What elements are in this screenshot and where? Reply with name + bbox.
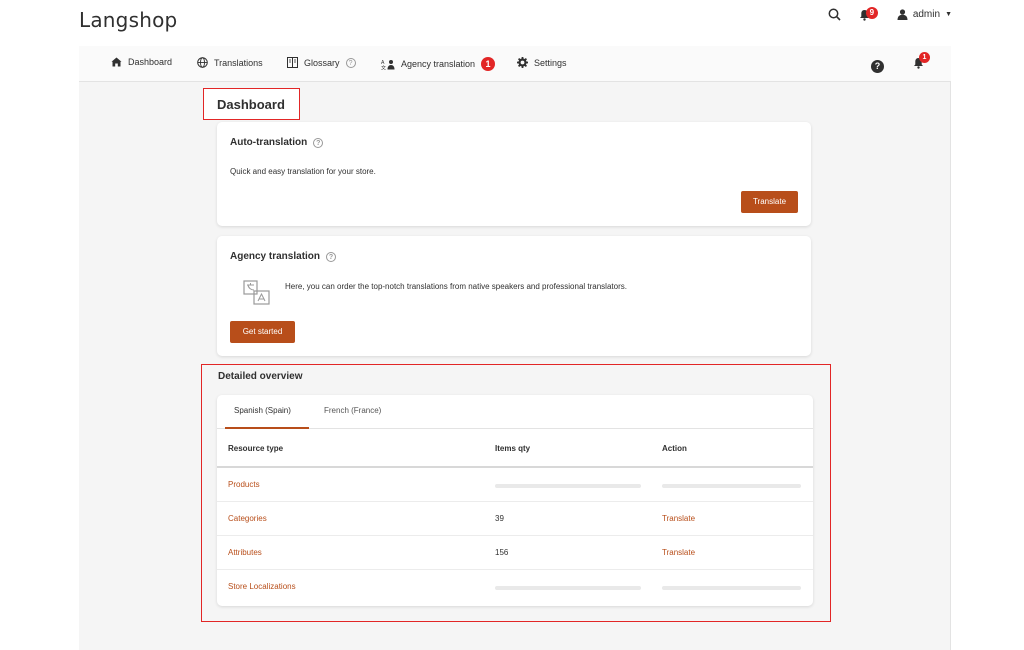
globe-icon (197, 57, 208, 68)
column-header-action: Action (662, 444, 687, 453)
main-nav: Dashboard Translations Glossary ? A文 Age… (79, 46, 951, 82)
translate-link-categories[interactable]: Translate (662, 514, 695, 523)
overview-table-card: Spanish (Spain) French (France) Resource… (217, 395, 813, 606)
agency-count-badge: 1 (481, 57, 496, 71)
agency-translation-title-text: Agency translation (230, 251, 321, 262)
nav-item-settings[interactable]: Settings (517, 57, 567, 68)
app-panel: Dashboard Translations Glossary ? A文 Age… (79, 46, 951, 650)
alerts-count-badge: 1 (919, 52, 930, 63)
nav-item-label: Dashboard (128, 57, 173, 67)
column-header-items-qty: Items qty (495, 444, 531, 453)
get-started-button[interactable]: Get started (230, 321, 295, 343)
alerts-button[interactable]: 1 (913, 52, 930, 74)
resource-link-attributes[interactable]: Attributes (228, 548, 262, 557)
column-header-resource-type: Resource type (228, 444, 284, 453)
nav-item-dashboard[interactable]: Dashboard (111, 57, 172, 67)
table-header: Resource type Items qty Action (217, 429, 813, 468)
user-icon (897, 9, 908, 20)
nav-item-label: Settings (534, 57, 567, 68)
top-right-actions: 9 admin ▼ (828, 6, 952, 21)
nav-item-translations[interactable]: Translations (197, 57, 263, 68)
nav-item-label: Glossary (304, 57, 340, 68)
detailed-overview-title: Detailed overview (218, 371, 303, 382)
items-qty: 156 (495, 548, 509, 557)
loading-placeholder (495, 484, 641, 488)
table-row: Products (217, 468, 813, 502)
svg-text:文: 文 (381, 64, 386, 70)
tab-french-france[interactable]: French (France) (324, 406, 381, 415)
notifications-button[interactable]: 9 (859, 6, 879, 21)
page-title: Dashboard (203, 88, 300, 120)
loading-placeholder (662, 586, 801, 590)
user-name: admin (912, 9, 941, 20)
table-row: Store Localizations (217, 570, 813, 604)
auto-translation-title: Auto-translation ? (230, 137, 324, 148)
chevron-down-icon: ▼ (945, 11, 952, 18)
detailed-overview-section: Detailed overview Spanish (Spain) French… (201, 364, 831, 622)
items-qty: 39 (495, 514, 504, 523)
resource-link-products[interactable]: Products (228, 480, 260, 489)
search-icon[interactable] (828, 8, 841, 21)
help-icon[interactable]: ? (326, 251, 337, 262)
agency-translation-card: Agency translation ? Here, you can order… (217, 236, 811, 356)
book-icon (287, 57, 298, 68)
tab-spanish-spain[interactable]: Spanish (Spain) (234, 406, 291, 415)
brand-logo[interactable]: Langshop (79, 8, 177, 32)
help-icon[interactable]: ? (345, 57, 356, 68)
help-icon[interactable]: ? (313, 137, 324, 148)
gear-icon (517, 57, 528, 68)
user-menu[interactable]: admin ▼ (897, 9, 952, 20)
translate-link-attributes[interactable]: Translate (662, 548, 695, 557)
loading-placeholder (495, 586, 641, 590)
top-bar: Langshop 9 admin ▼ (0, 0, 1024, 46)
nav-item-label: Agency translation (401, 59, 476, 69)
language-tabs: Spanish (Spain) French (France) (217, 395, 813, 429)
home-icon (111, 57, 122, 67)
nav-item-glossary[interactable]: Glossary ? (287, 57, 356, 68)
auto-translation-card: Auto-translation ? Quick and easy transl… (217, 122, 811, 226)
resource-link-store-localizations[interactable]: Store Localizations (228, 582, 296, 591)
auto-translation-text: Quick and easy translation for your stor… (230, 167, 376, 176)
resource-link-categories[interactable]: Categories (228, 514, 267, 523)
language-icon: A文 (381, 59, 395, 70)
agency-translation-text: Here, you can order the top-notch transl… (285, 282, 627, 291)
agency-translation-title: Agency translation ? (230, 251, 337, 262)
nav-item-label: Translations (214, 57, 263, 68)
nav-item-agency-translation[interactable]: A文 Agency translation 1 (381, 57, 496, 71)
auto-translation-title-text: Auto-translation (230, 137, 308, 148)
table-row: Attributes 156 Translate (217, 536, 813, 570)
translate-button[interactable]: Translate (741, 191, 798, 213)
question-icon: ? (871, 60, 884, 73)
loading-placeholder (662, 484, 801, 488)
translation-globe-icon (243, 280, 271, 311)
notifications-count-badge: 9 (865, 6, 878, 19)
table-row: Categories 39 Translate (217, 502, 813, 536)
help-button[interactable]: ? (871, 56, 884, 74)
